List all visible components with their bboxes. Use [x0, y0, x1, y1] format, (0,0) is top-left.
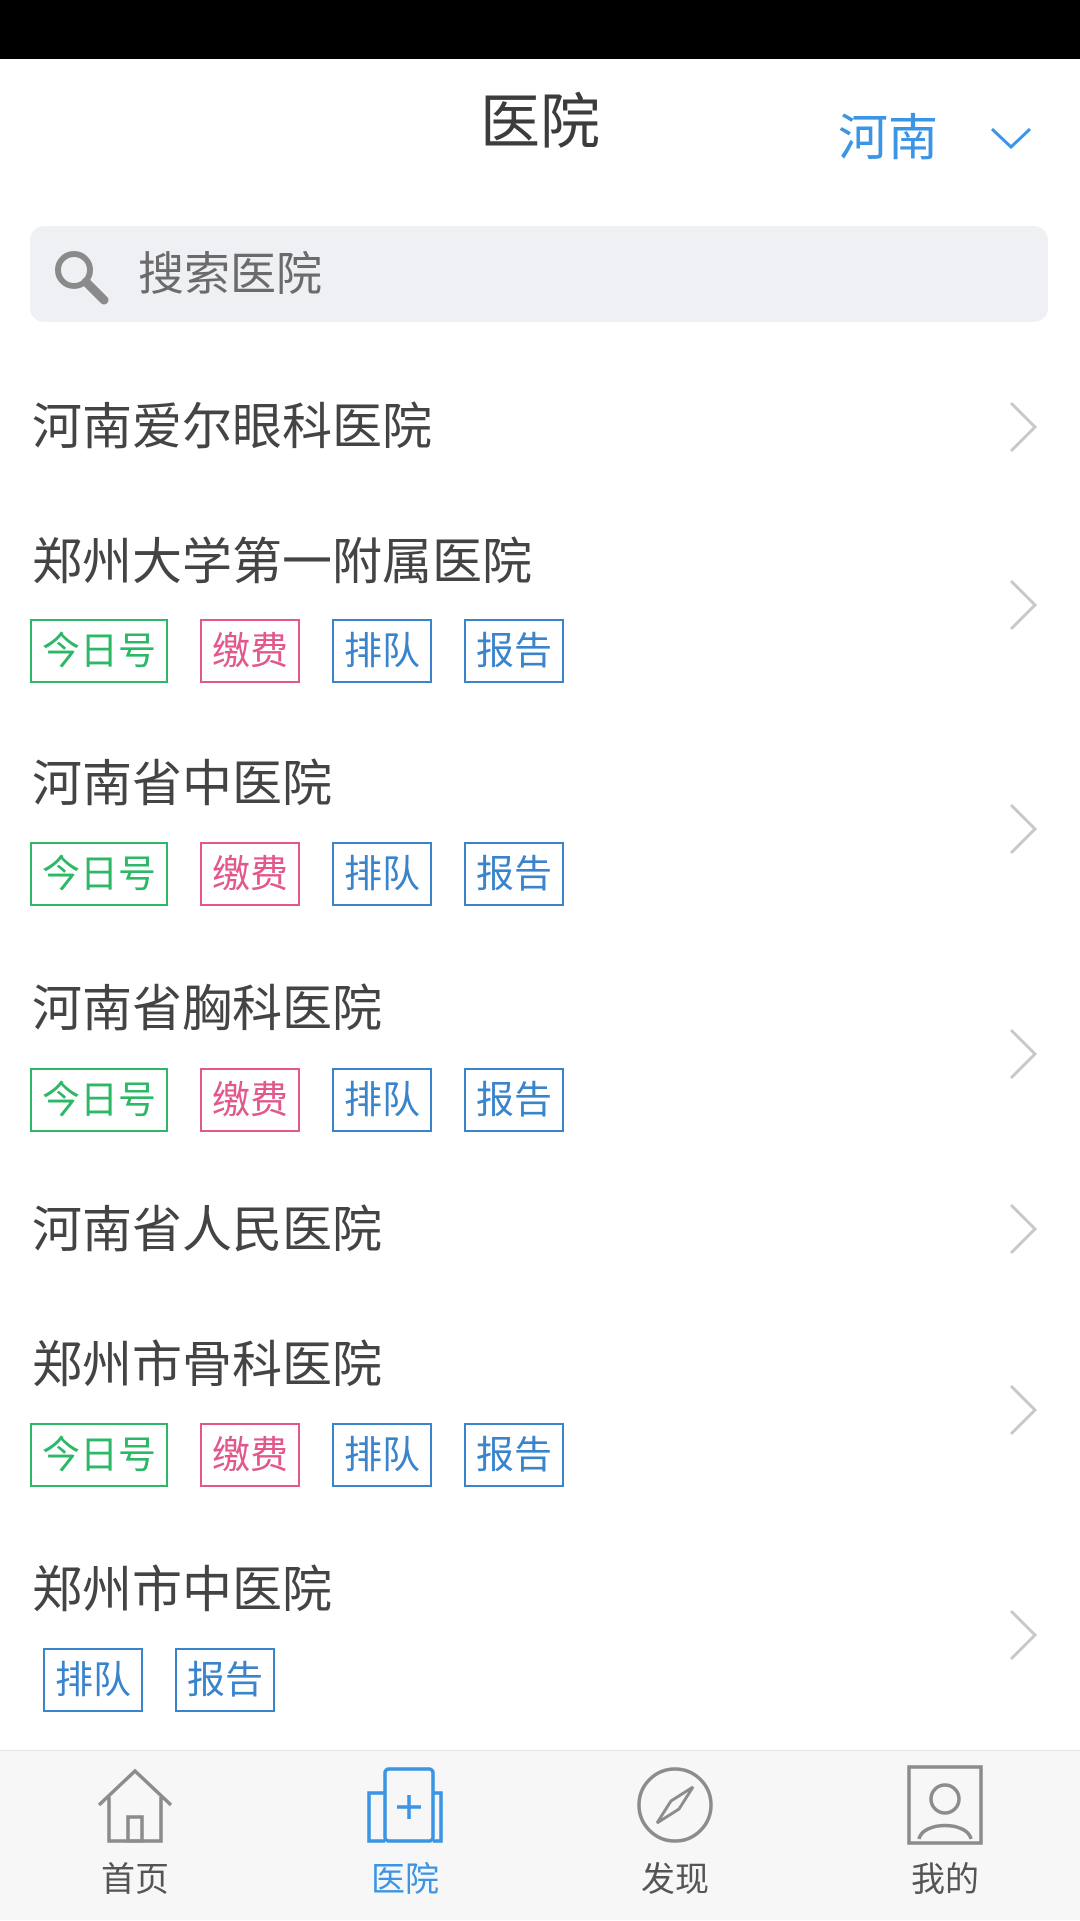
status-bar [0, 0, 1080, 59]
tag-today-ticket[interactable]: 今日号 [30, 1423, 168, 1487]
hospital-name: 郑州市中医院 [32, 1561, 332, 1619]
tab-label: 我的 [911, 1860, 979, 1900]
hospital-name: 郑州大学第一附属医院 [32, 533, 532, 591]
tag-report[interactable]: 报告 [175, 1648, 275, 1712]
tag-report[interactable]: 报告 [464, 1423, 564, 1487]
tab-label: 发现 [641, 1860, 709, 1900]
list-item[interactable]: 郑州市骨科医院 今日号 缴费 排队 报告 [0, 1260, 1080, 1487]
hospital-name: 河南省中医院 [32, 755, 332, 813]
tag-today-ticket[interactable]: 今日号 [30, 1068, 168, 1132]
tag-queue[interactable]: 排队 [332, 1068, 432, 1132]
tag-payment[interactable]: 缴费 [200, 619, 300, 683]
list-item[interactable]: 河南省人民医院 [0, 1127, 1080, 1260]
tag-today-ticket[interactable]: 今日号 [30, 619, 168, 683]
tag-queue[interactable]: 排队 [332, 1423, 432, 1487]
tag-queue[interactable]: 排队 [332, 842, 432, 906]
tab-label: 医院 [371, 1860, 439, 1900]
service-tags: 今日号 缴费 排队 报告 [30, 619, 596, 685]
hospital-name: 河南省胸科医院 [32, 980, 382, 1038]
hospital-name: 河南爱尔眼科医院 [32, 398, 432, 456]
profile-icon [907, 1765, 983, 1845]
tab-home[interactable]: 首页 [0, 1751, 270, 1921]
list-item[interactable]: 河南省中医院 今日号 缴费 排队 报告 [0, 679, 1080, 906]
hospital-name: 郑州市骨科医院 [32, 1336, 382, 1394]
compass-icon [637, 1767, 713, 1843]
tag-report[interactable]: 报告 [464, 1068, 564, 1132]
tag-queue[interactable]: 排队 [43, 1648, 143, 1712]
tag-report[interactable]: 报告 [464, 842, 564, 906]
search-icon [55, 251, 109, 305]
region-selector[interactable]: 河南 [838, 103, 1058, 173]
header: 医院 河南 [0, 59, 1080, 209]
service-tags: 今日号 缴费 排队 报告 [30, 842, 596, 908]
chevron-right-icon [1009, 1384, 1038, 1436]
service-tags: 今日号 缴费 排队 报告 [30, 1068, 596, 1134]
tab-label: 首页 [101, 1860, 169, 1900]
service-tags: 排队 报告 [43, 1648, 307, 1714]
tab-discover[interactable]: 发现 [540, 1751, 810, 1921]
chevron-down-icon [990, 127, 1032, 150]
list-item[interactable]: 郑州大学第一附属医院 今日号 缴费 排队 报告 [0, 457, 1080, 683]
tab-hospital[interactable]: 医院 [270, 1751, 540, 1921]
hospital-name: 河南省人民医院 [32, 1201, 382, 1259]
tag-today-ticket[interactable]: 今日号 [30, 842, 168, 906]
chevron-right-icon [1009, 1203, 1038, 1255]
list-item[interactable]: 河南爱尔眼科医院 [0, 322, 1080, 457]
home-icon [97, 1768, 173, 1843]
chevron-right-icon [1009, 401, 1038, 453]
tag-payment[interactable]: 缴费 [200, 1423, 300, 1487]
list-item[interactable]: 河南省胸科医院 今日号 缴费 排队 报告 [0, 902, 1080, 1132]
chevron-right-icon [1009, 803, 1038, 855]
tag-payment[interactable]: 缴费 [200, 842, 300, 906]
tag-report[interactable]: 报告 [464, 619, 564, 683]
chevron-right-icon [1009, 1609, 1038, 1661]
tag-payment[interactable]: 缴费 [200, 1068, 300, 1132]
region-label: 河南 [838, 109, 938, 167]
list-item[interactable]: 郑州市中医院 排队 报告 [0, 1485, 1080, 1712]
search-input[interactable] [138, 226, 1018, 322]
hospital-icon [367, 1767, 443, 1843]
search-bar[interactable] [30, 226, 1048, 322]
service-tags: 今日号 缴费 排队 报告 [30, 1423, 596, 1489]
tab-bar: 首页 医院 发现 我的 [0, 1750, 1080, 1920]
chevron-right-icon [1009, 579, 1038, 631]
tag-queue[interactable]: 排队 [332, 619, 432, 683]
tab-profile[interactable]: 我的 [810, 1751, 1080, 1921]
chevron-right-icon [1009, 1028, 1038, 1080]
